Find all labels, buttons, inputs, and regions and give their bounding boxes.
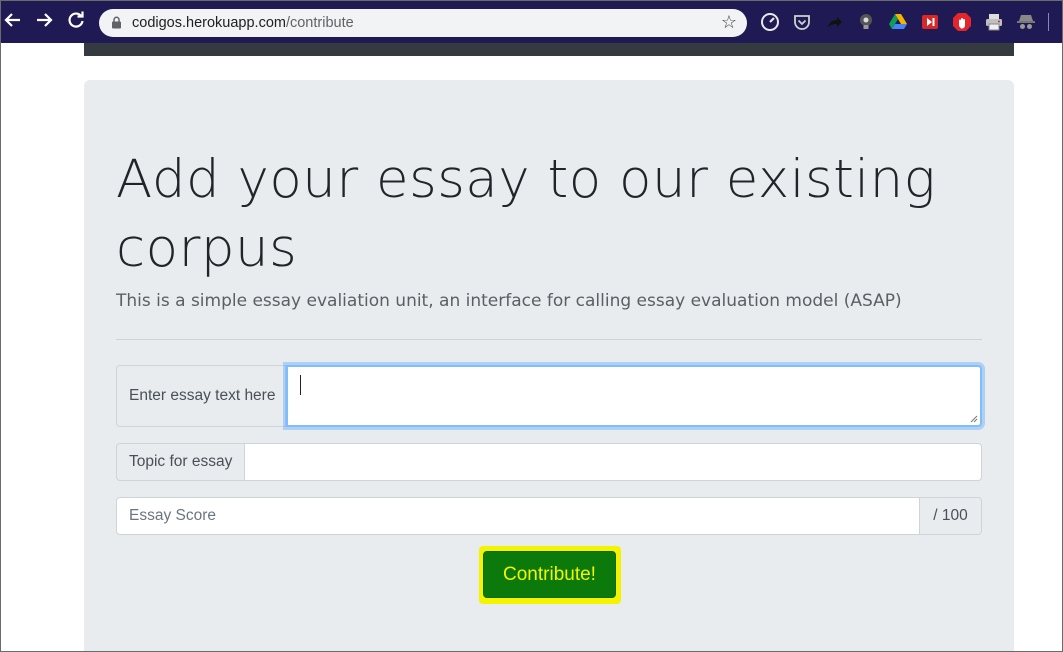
forward-icon[interactable] <box>32 10 56 34</box>
page-title: Add your essay to our existing corpus <box>116 149 936 279</box>
lightbulb-icon[interactable] <box>856 12 876 32</box>
essay-textarea[interactable] <box>286 365 982 427</box>
essay-label: Enter essay text here <box>116 365 286 427</box>
google-drive-icon[interactable] <box>888 12 908 32</box>
browser-toolbar: codigos.herokuapp.com/contribute ☆ <box>1 1 1062 43</box>
media-icon[interactable] <box>920 12 940 32</box>
lock-icon <box>111 16 122 34</box>
bookmark-star-icon[interactable]: ☆ <box>721 12 737 33</box>
address-bar[interactable]: codigos.herokuapp.com/contribute ☆ <box>99 9 747 37</box>
score-input-group: Essay Score / 100 <box>116 497 982 535</box>
score-suffix: / 100 <box>920 497 982 535</box>
resize-handle-icon[interactable] <box>970 415 978 423</box>
score-placeholder: Essay Score <box>129 507 217 524</box>
reload-icon[interactable] <box>64 10 88 34</box>
pocket-icon[interactable] <box>792 12 812 32</box>
score-field[interactable]: Essay Score <box>116 497 920 535</box>
topic-label: Topic for essay <box>116 443 245 481</box>
contribute-button[interactable]: Contribute! <box>483 551 616 598</box>
topic-input-group: Topic for essay <box>116 443 982 481</box>
adblock-icon[interactable] <box>952 12 972 32</box>
url-text: codigos.herokuapp.com/contribute <box>132 15 354 31</box>
url-path: /contribute <box>285 15 354 31</box>
printer-icon[interactable] <box>984 12 1004 32</box>
toolbar-divider <box>1048 13 1049 31</box>
speedometer-icon[interactable] <box>760 12 780 32</box>
share-arrow-icon[interactable] <box>824 12 844 32</box>
topic-field[interactable] <box>245 443 982 481</box>
essay-input-group: Enter essay text here <box>116 365 982 427</box>
page-lead: This is a simple essay evaliation unit, … <box>116 291 902 311</box>
divider <box>116 339 982 340</box>
back-icon[interactable] <box>1 10 25 34</box>
text-caret <box>300 375 301 395</box>
browser-window: codigos.herokuapp.com/contribute ☆ Add y… <box>0 0 1063 652</box>
url-host: codigos.herokuapp.com <box>132 15 286 31</box>
navbar-bottom-edge <box>84 43 1014 56</box>
incognito-icon[interactable] <box>1016 12 1036 32</box>
